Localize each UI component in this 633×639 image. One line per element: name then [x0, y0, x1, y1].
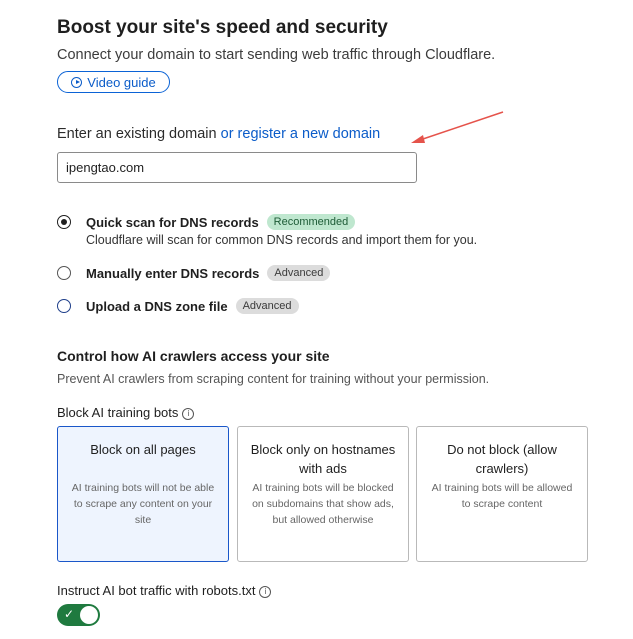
dns-option-quick-scan[interactable]: Quick scan for DNS records Recommended: [57, 214, 356, 230]
card-description: AI training bots will be allowed to scra…: [431, 482, 573, 510]
option-label: Upload a DNS zone file: [86, 298, 228, 314]
video-guide-label: Video guide: [87, 74, 156, 90]
play-circle-icon: [71, 76, 83, 88]
radio-upload[interactable]: [57, 299, 71, 313]
advanced-badge: Advanced: [235, 298, 299, 314]
domain-field-label: Enter an existing domain or register a n…: [57, 126, 380, 142]
card-block-ads[interactable]: Block only on hostnames with ads AI trai…: [237, 426, 409, 562]
info-icon[interactable]: i: [259, 585, 272, 598]
annotation-arrow-icon: [411, 111, 504, 143]
video-guide-button[interactable]: Video guide: [57, 71, 170, 93]
robots-label: Instruct AI bot traffic with robots.txt i: [57, 583, 272, 598]
dns-option-manual[interactable]: Manually enter DNS records Advanced: [57, 265, 331, 281]
card-block-all[interactable]: Block on all pages AI training bots will…: [57, 426, 229, 562]
ai-section-subheading: Prevent AI crawlers from scraping conten…: [57, 372, 490, 386]
card-description: AI training bots will not be able to scr…: [71, 482, 215, 526]
block-ai-label-text: Block AI training bots: [57, 405, 179, 420]
ai-section-heading: Control how AI crawlers access your site: [57, 348, 330, 364]
page-subtitle: Connect your domain to start sending web…: [57, 47, 496, 63]
page-title: Boost your site's speed and security: [57, 17, 388, 38]
radio-manual[interactable]: [57, 266, 71, 280]
domain-input[interactable]: [57, 152, 417, 183]
option-label: Quick scan for DNS records: [86, 214, 259, 230]
card-do-not-block[interactable]: Do not block (allow crawlers) AI trainin…: [416, 426, 588, 562]
card-title: Do not block (allow crawlers): [447, 442, 557, 476]
info-icon[interactable]: i: [182, 407, 195, 420]
card-description: AI training bots will be blocked on subd…: [252, 482, 394, 526]
card-title: Block only on hostnames with ads: [250, 442, 396, 476]
toggle-knob: [80, 606, 98, 624]
robots-toggle[interactable]: ✓: [57, 604, 100, 626]
block-ai-label: Block AI training bots i: [57, 405, 195, 420]
recommended-badge: Recommended: [266, 214, 356, 230]
option-description: Cloudflare will scan for common DNS reco…: [86, 233, 478, 247]
register-domain-link[interactable]: or register a new domain: [221, 126, 381, 142]
domain-label-text: Enter an existing domain: [57, 126, 217, 142]
check-icon: ✓: [64, 607, 75, 621]
card-title: Block on all pages: [90, 442, 196, 457]
radio-quick-scan[interactable]: [57, 215, 71, 229]
option-label: Manually enter DNS records: [86, 265, 260, 281]
robots-label-text: Instruct AI bot traffic with robots.txt: [57, 583, 256, 598]
advanced-badge: Advanced: [267, 265, 331, 281]
dns-option-upload[interactable]: Upload a DNS zone file Advanced: [57, 298, 299, 314]
